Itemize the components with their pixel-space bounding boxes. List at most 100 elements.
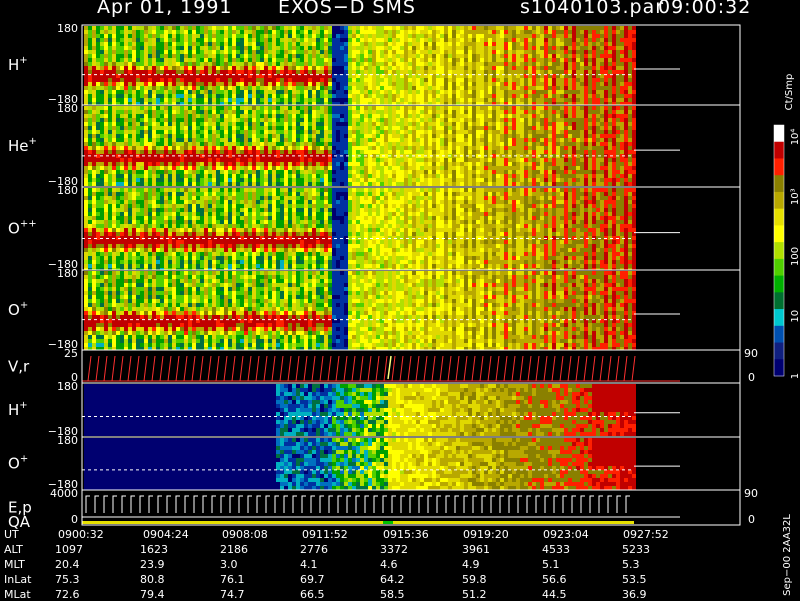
heat-cell bbox=[96, 70, 100, 74]
heat-cell bbox=[108, 82, 112, 86]
heat-cell bbox=[216, 98, 220, 102]
heat-cell bbox=[184, 134, 188, 138]
heat-cell bbox=[172, 106, 176, 110]
heat-cell bbox=[460, 138, 464, 142]
heat-cell bbox=[380, 174, 384, 178]
heat-cell bbox=[380, 106, 384, 110]
heat-cell bbox=[432, 94, 436, 98]
heat-cell bbox=[340, 118, 344, 122]
heat-cell bbox=[200, 38, 204, 42]
heat-cell bbox=[484, 26, 488, 30]
heat-cell bbox=[144, 174, 148, 178]
heat-cell bbox=[152, 98, 156, 102]
heat-cell bbox=[256, 150, 260, 154]
heat-cell bbox=[144, 90, 148, 94]
heat-cell bbox=[224, 146, 228, 150]
heat-cell bbox=[584, 90, 588, 94]
heat-cell bbox=[468, 54, 472, 58]
heat-cell bbox=[404, 42, 408, 46]
heat-cell bbox=[452, 178, 456, 182]
heat-cell bbox=[476, 86, 480, 90]
heat-cell bbox=[580, 78, 584, 82]
heat-cell bbox=[288, 66, 292, 70]
heat-cell bbox=[360, 126, 364, 130]
heat-cell bbox=[140, 38, 144, 42]
heat-cell bbox=[472, 58, 476, 62]
heat-cell bbox=[276, 82, 280, 86]
heat-cell bbox=[420, 110, 424, 114]
heat-cell bbox=[336, 126, 340, 130]
heat-cell bbox=[464, 174, 468, 178]
heat-cell bbox=[464, 78, 468, 82]
heat-cell bbox=[420, 86, 424, 90]
heat-cell bbox=[196, 62, 200, 66]
heat-cell bbox=[496, 122, 500, 126]
heat-cell bbox=[312, 118, 316, 122]
heat-cell bbox=[228, 138, 232, 142]
heat-cell bbox=[460, 70, 464, 74]
heat-cell bbox=[88, 70, 92, 74]
heat-cell bbox=[340, 98, 344, 102]
heat-cell bbox=[144, 54, 148, 58]
heat-cell bbox=[360, 134, 364, 138]
heat-cell bbox=[292, 86, 296, 90]
heat-cell bbox=[100, 70, 104, 74]
heat-cell bbox=[124, 90, 128, 94]
heat-cell bbox=[228, 62, 232, 66]
heat-cell bbox=[112, 162, 116, 166]
heat-cell bbox=[456, 150, 460, 154]
heat-cell bbox=[256, 130, 260, 134]
heat-cell bbox=[200, 166, 204, 170]
heat-cell bbox=[156, 94, 160, 98]
heat-cell bbox=[496, 174, 500, 178]
heat-cell bbox=[592, 86, 596, 90]
heat-cell bbox=[268, 126, 272, 130]
heat-cell bbox=[472, 162, 476, 166]
heat-cell bbox=[404, 78, 408, 82]
heat-cell bbox=[380, 70, 384, 74]
heat-cell bbox=[496, 126, 500, 130]
heat-cell bbox=[320, 174, 324, 178]
heat-cell bbox=[104, 114, 108, 118]
heat-cell bbox=[380, 170, 384, 174]
heat-cell bbox=[268, 174, 272, 178]
heat-cell bbox=[104, 54, 108, 58]
heat-cell bbox=[172, 54, 176, 58]
heat-cell bbox=[152, 138, 156, 142]
heat-cell bbox=[312, 58, 316, 62]
heat-cell bbox=[424, 82, 428, 86]
heat-cell bbox=[108, 98, 112, 102]
heat-cell bbox=[164, 38, 168, 42]
heat-cell bbox=[212, 26, 216, 30]
heat-cell bbox=[488, 130, 492, 134]
heat-cell bbox=[112, 86, 116, 90]
heat-cell bbox=[192, 182, 196, 186]
heat-cell bbox=[240, 130, 244, 134]
heat-cell bbox=[560, 62, 564, 66]
heat-cell bbox=[352, 178, 356, 182]
heat-cell bbox=[564, 50, 568, 54]
heat-cell bbox=[472, 106, 476, 110]
heat-cell bbox=[424, 50, 428, 54]
heat-cell bbox=[456, 182, 460, 186]
heat-cell bbox=[456, 178, 460, 182]
heat-cell bbox=[296, 134, 300, 138]
heat-cell bbox=[188, 162, 192, 166]
heat-cell bbox=[104, 178, 108, 182]
heat-cell bbox=[492, 182, 496, 186]
heat-cell bbox=[108, 94, 112, 98]
heat-cell bbox=[184, 46, 188, 50]
heat-cell bbox=[392, 150, 396, 154]
heat-cell bbox=[160, 150, 164, 154]
heat-cell bbox=[100, 46, 104, 50]
heat-cell bbox=[564, 82, 568, 86]
heat-cell bbox=[316, 54, 320, 58]
heat-cell bbox=[132, 182, 136, 186]
heat-cell bbox=[268, 142, 272, 146]
heat-cell bbox=[416, 50, 420, 54]
heat-cell bbox=[172, 94, 176, 98]
heat-cell bbox=[252, 170, 256, 174]
heat-cell bbox=[604, 90, 608, 94]
heat-cell bbox=[524, 82, 528, 86]
heat-cell bbox=[124, 42, 128, 46]
